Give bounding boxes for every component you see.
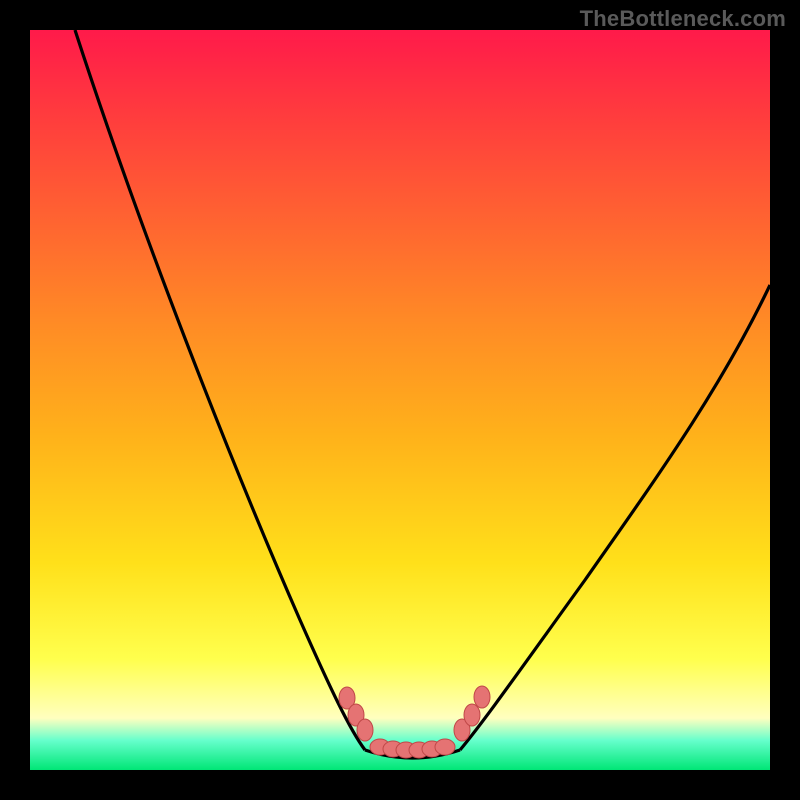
marker-left — [357, 719, 373, 741]
curve-right-branch — [460, 285, 770, 750]
curve-left-branch — [75, 30, 365, 750]
chart-frame: TheBottleneck.com — [0, 0, 800, 800]
curve-layer — [30, 30, 770, 770]
marker-floor — [435, 739, 455, 755]
watermark-text: TheBottleneck.com — [580, 6, 786, 32]
marker-right — [474, 686, 490, 708]
plot-area — [30, 30, 770, 770]
marker-right — [464, 704, 480, 726]
